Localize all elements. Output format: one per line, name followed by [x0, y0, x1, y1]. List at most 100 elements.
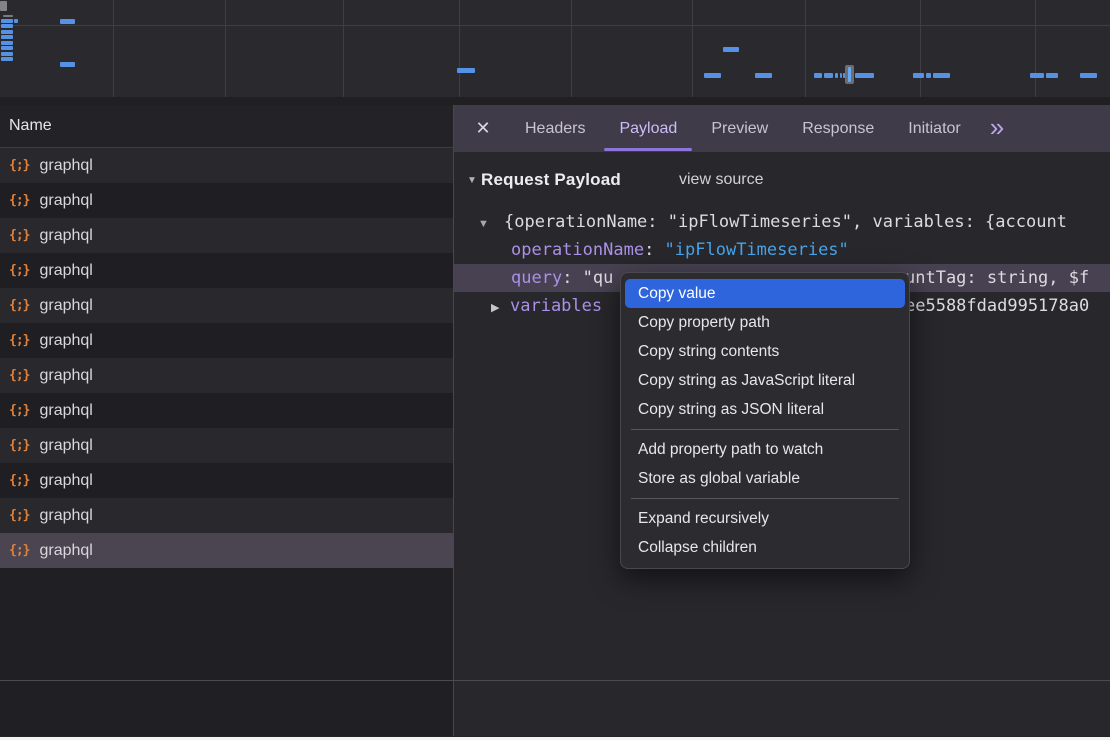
menu-item-copy-string-as-javascript-literal[interactable]: Copy string as JavaScript literal: [625, 366, 905, 395]
json-request-icon: {;}: [9, 298, 29, 313]
request-row[interactable]: {;}graphql: [0, 148, 453, 183]
request-name-label: graphql: [39, 297, 92, 315]
json-request-icon: {;}: [9, 438, 29, 453]
request-timing-bar: [457, 68, 475, 73]
tab-initiator[interactable]: Initiator: [891, 105, 977, 152]
overview-gridline: [225, 0, 226, 105]
more-tabs-icon[interactable]: »: [990, 114, 1004, 144]
request-timing-bar: [755, 73, 772, 78]
overview-gridline: [113, 0, 114, 105]
main-split: Name {;} graphql {;} graphql {;} graphql {;} gr…: [0, 105, 1110, 736]
overview-gridline: [805, 0, 806, 105]
request-timing-bar: [3, 15, 13, 17]
menu-item-copy-value[interactable]: Copy value: [625, 279, 905, 308]
request-name-label: graphql: [39, 402, 92, 420]
tab-headers[interactable]: Headers: [508, 105, 602, 152]
request-row[interactable]: {;} graphql: [0, 498, 453, 533]
request-timing-bar: [723, 47, 739, 52]
request-timing-bar: [1, 35, 13, 39]
request-row[interactable]: {;} graphql: [0, 288, 453, 323]
request-row[interactable]: {;} graphql: [0, 218, 453, 253]
request-row[interactable]: {;} graphql: [0, 183, 453, 218]
request-timing-bar: [1, 41, 13, 45]
menu-item-expand-recursively[interactable]: Expand recursively: [625, 504, 905, 533]
request-timing-bar: [933, 73, 950, 78]
request-row[interactable]: {;}graphql: [0, 253, 453, 288]
property-value-right: untTag: string, $f: [905, 264, 1089, 292]
request-row[interactable]: {;}graphql: [0, 463, 453, 498]
menu-item-add-property-path-to-watch[interactable]: Add property path to watch: [625, 435, 905, 464]
overview-gridline: [692, 0, 693, 105]
property-key: query: [511, 268, 562, 288]
view-source-link[interactable]: view source: [679, 171, 763, 189]
section-expand-triangle-icon[interactable]: ▼: [467, 175, 481, 186]
request-timing-bar: [1, 24, 13, 28]
request-row[interactable]: {;}graphql: [0, 533, 453, 568]
overview-row-divider: [0, 25, 1110, 26]
request-timing-bar: [1080, 73, 1097, 78]
menu-item-copy-string-as-json-literal[interactable]: Copy string as JSON literal: [625, 395, 905, 424]
request-name-label: graphql: [39, 437, 92, 455]
details-tabbar: ✕ HeadersPayloadPreviewResponseInitiator…: [454, 105, 1110, 152]
request-timing-bar: [926, 73, 931, 78]
request-payload-section: ▼ Request Payload view source: [454, 166, 1110, 194]
request-timing-bar: [1030, 73, 1044, 78]
json-request-icon: {;}: [9, 508, 29, 523]
request-name-label: graphql: [39, 192, 92, 210]
request-row[interactable]: {;} graphql: [0, 428, 453, 463]
overview-bottom-strip: [0, 97, 1110, 105]
network-overview-timeline[interactable]: [0, 0, 1110, 106]
section-title: Request Payload: [481, 170, 621, 190]
overview-gridline: [459, 0, 460, 105]
menu-separator: [631, 498, 899, 499]
overview-gridline: [920, 0, 921, 105]
request-timing-bar: [814, 73, 822, 78]
expand-triangle-icon[interactable]: ▼: [478, 210, 504, 236]
menu-item-copy-string-contents[interactable]: Copy string contents: [625, 337, 905, 366]
requests-panel: Name {;} graphql {;} graphql {;} graphql {;} gr…: [0, 105, 454, 736]
json-request-icon: {;}: [9, 193, 29, 208]
json-request-icon: {;}: [9, 368, 29, 383]
payload-root-row[interactable]: ▼{operationName: "ipFlowTimeseries", var…: [454, 208, 1110, 236]
json-request-icon: {;}: [9, 403, 29, 418]
collapsed-triangle-icon[interactable]: ▶: [491, 294, 510, 320]
menu-item-collapse-children[interactable]: Collapse children: [625, 533, 905, 562]
request-name-label: graphql: [39, 227, 92, 245]
menu-separator: [631, 429, 899, 430]
request-timing-bar: [0, 1, 7, 11]
payload-root-preview: {operationName: "ipFlowTimeseries", vari…: [504, 212, 1067, 232]
menu-item-copy-property-path[interactable]: Copy property path: [625, 308, 905, 337]
request-row[interactable]: {;} graphql: [0, 393, 453, 428]
close-icon[interactable]: ✕: [468, 114, 498, 144]
request-name-label: graphql: [39, 157, 92, 175]
json-request-icon: {;}: [9, 228, 29, 243]
overview-gridline: [1035, 0, 1036, 105]
name-column-label: Name: [9, 117, 52, 135]
tab-response[interactable]: Response: [785, 105, 891, 152]
request-timing-bar: [1, 19, 13, 23]
request-timing-bar: [14, 19, 18, 23]
overview-gridline: [343, 0, 344, 105]
request-timing-bar: [60, 19, 75, 24]
menu-item-store-as-global-variable[interactable]: Store as global variable: [625, 464, 905, 493]
json-request-icon: {;}: [9, 543, 29, 558]
tabs-container: HeadersPayloadPreviewResponseInitiator: [508, 105, 978, 152]
summary-bar-divider: [0, 680, 1110, 681]
tab-payload[interactable]: Payload: [602, 105, 694, 152]
request-name-label: graphql: [39, 507, 92, 525]
property-value-left: "qu: [583, 268, 614, 288]
request-timing-bar: [835, 73, 838, 78]
json-request-icon: {;}: [9, 333, 29, 348]
overview-gridline: [571, 0, 572, 105]
key-separator: :: [562, 268, 582, 288]
request-timing-bar: [824, 73, 833, 78]
tab-preview[interactable]: Preview: [694, 105, 785, 152]
request-timing-bar: [855, 73, 874, 78]
request-row[interactable]: {;}graphql: [0, 358, 453, 393]
name-column-header[interactable]: Name: [0, 105, 453, 148]
request-timing-bar: [840, 73, 842, 78]
context-menu: Copy valueCopy property pathCopy string …: [620, 272, 910, 569]
request-timing-bar: [60, 62, 75, 67]
request-row[interactable]: {;}graphql: [0, 323, 453, 358]
payload-operationname-row[interactable]: operationName: "ipFlowTimeseries": [454, 236, 1110, 264]
